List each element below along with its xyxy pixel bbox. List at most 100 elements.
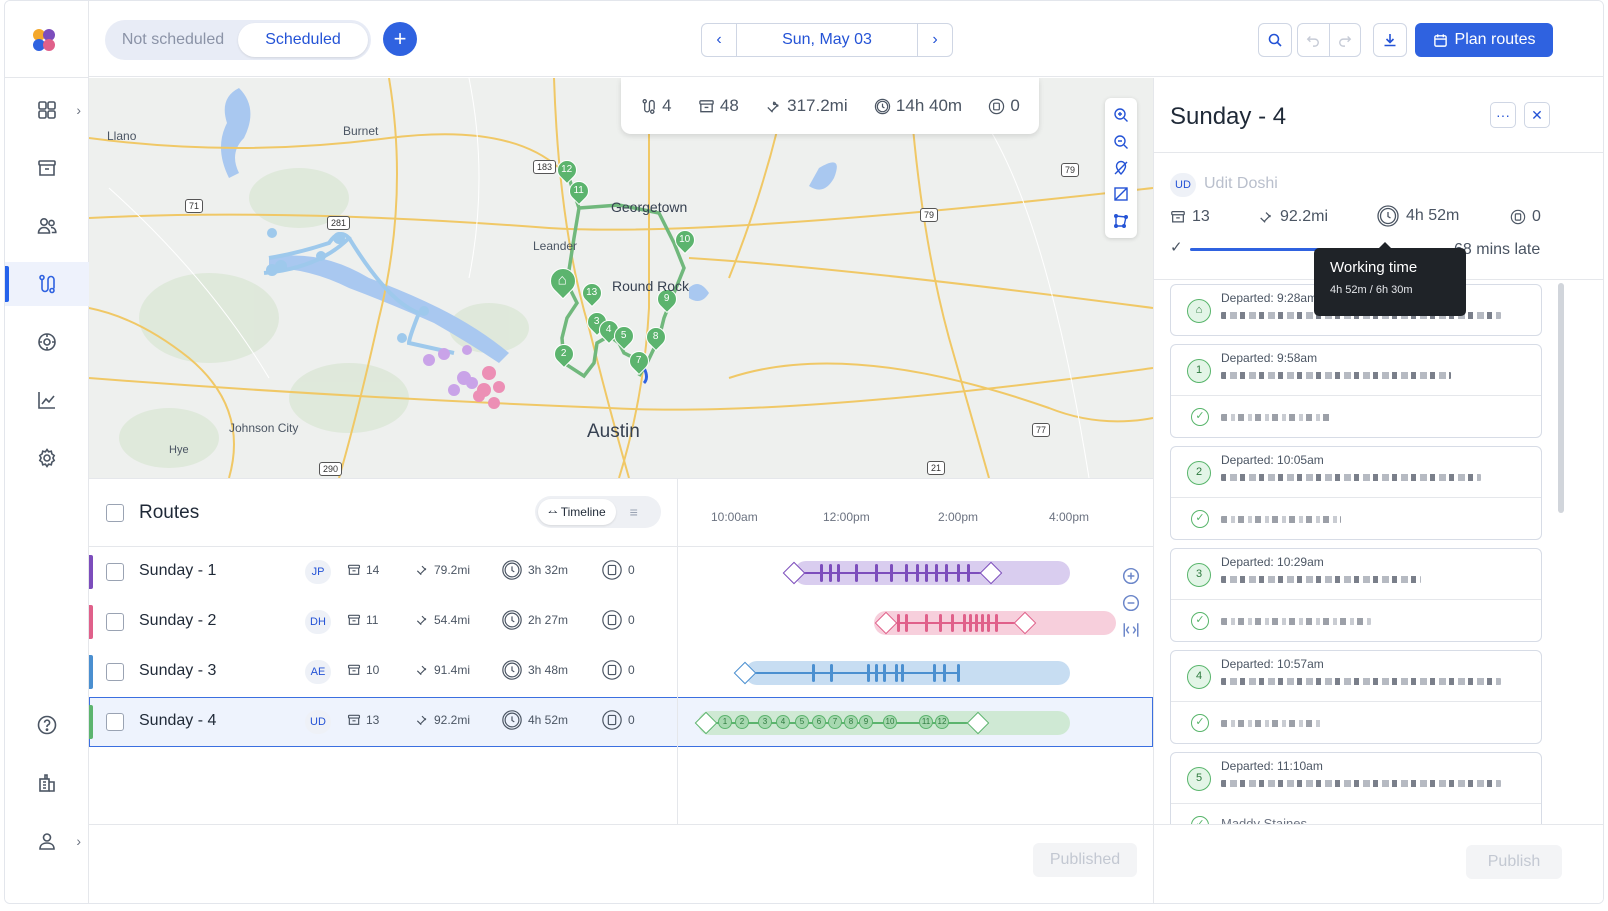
timeline-stop-marker[interactable] (836, 564, 840, 582)
stop-card[interactable]: 2 Departed: 10:05am ✓ (1170, 446, 1542, 540)
tab-scheduled[interactable]: Scheduled (238, 23, 368, 57)
route-checkbox[interactable] (106, 713, 124, 731)
timeline-stop-marker[interactable] (904, 564, 908, 582)
zoom-in-icon[interactable] (1113, 107, 1129, 123)
fit-timeline-icon[interactable] (1122, 621, 1140, 639)
timeline-stop-marker[interactable] (944, 564, 948, 582)
timeline-stop-marker[interactable] (819, 564, 823, 582)
timeline-stop-marker[interactable]: 9 (859, 715, 873, 729)
timeline-stop-marker[interactable] (966, 564, 970, 582)
hide-pins-icon[interactable] (1113, 160, 1129, 176)
published-button[interactable]: Published (1033, 843, 1137, 877)
route-checkbox[interactable] (106, 563, 124, 581)
close-panel-button[interactable]: ✕ (1524, 102, 1550, 128)
undo-button[interactable] (1298, 24, 1329, 56)
timeline-stop-marker[interactable] (882, 664, 886, 682)
timeline-stop-marker[interactable] (894, 664, 898, 682)
zoom-out-icon[interactable] (1122, 594, 1140, 612)
timeline-stop-marker[interactable] (915, 564, 919, 582)
sidebar-item-orders[interactable] (5, 146, 89, 190)
route-row[interactable]: Sunday - 1 JP 14 79.2mi 3h 32m 0 (89, 547, 1153, 597)
route-name[interactable]: Sunday - 2 (139, 612, 216, 630)
timeline-stop-marker[interactable] (904, 614, 908, 632)
route-name[interactable]: Sunday - 1 (139, 562, 216, 580)
timeline-stop-marker[interactable] (811, 664, 815, 682)
sidebar-item-dashboard[interactable]: › (5, 88, 89, 132)
timeline-stop-marker[interactable] (974, 614, 978, 632)
timeline-stop-marker[interactable]: 1 (718, 715, 732, 729)
sidebar-item-routes[interactable] (5, 262, 89, 306)
timeline-stop-marker[interactable] (924, 614, 928, 632)
lasso-select-icon[interactable] (1113, 186, 1129, 202)
timeline-stop-marker[interactable] (866, 664, 870, 682)
route-map[interactable]: 12 11 10 13 9 3 4 5 8 2 7 ⌂ Llano Burnet Leander Ge… (89, 78, 1153, 478)
timeline-stop-marker[interactable] (986, 614, 990, 632)
timeline-stop-marker[interactable] (938, 614, 942, 632)
sidebar-item-analytics[interactable] (5, 378, 89, 422)
route-row[interactable]: Sunday - 4 UD 13 92.2mi 4h 52m 012345678… (89, 697, 1153, 747)
panel-duration[interactable]: 4h 52m (1376, 204, 1459, 228)
next-day-button[interactable]: › (918, 24, 952, 56)
list-view-button[interactable]: ≡ (630, 504, 638, 520)
timeline-stop-marker[interactable] (968, 614, 972, 632)
sidebar-item-settings[interactable] (5, 436, 89, 480)
route-name[interactable]: Sunday - 3 (139, 662, 216, 680)
timeline-stop-marker[interactable]: 8 (844, 715, 858, 729)
timeline-stop-marker[interactable] (932, 664, 936, 682)
timeline-stop-marker[interactable]: 4 (776, 715, 790, 729)
redo-button[interactable] (1328, 24, 1361, 56)
route-timeline[interactable] (678, 647, 1153, 697)
timeline-stop-marker[interactable]: 7 (828, 715, 842, 729)
route-row[interactable]: Sunday - 2 DH 11 54.4mi 2h 27m 0 (89, 597, 1153, 647)
timeline-stop-marker[interactable] (889, 564, 893, 582)
timeline-stop-marker[interactable] (896, 614, 900, 632)
route-name[interactable]: Sunday - 4 (139, 712, 216, 730)
timeline-stop-marker[interactable] (956, 564, 960, 582)
date-picker[interactable]: Sun, May 03 (736, 24, 918, 56)
timeline-stop-marker[interactable] (854, 564, 858, 582)
timeline-stop-marker[interactable] (934, 564, 938, 582)
route-timeline[interactable]: 1 2 3 4 5 6 7 8 9 10 11 12 (678, 697, 1153, 747)
timeline-stop-marker[interactable] (956, 664, 960, 682)
sidebar-item-account[interactable]: › (5, 819, 89, 863)
stop-card[interactable]: 1 Departed: 9:58am ✓ (1170, 344, 1542, 438)
timeline-stop-marker[interactable] (950, 614, 954, 632)
prev-day-button[interactable]: ‹ (702, 24, 736, 56)
timeline-stop-marker[interactable]: 6 (812, 715, 826, 729)
chevron-right-icon[interactable]: › (76, 833, 81, 849)
search-button[interactable] (1258, 23, 1292, 57)
timeline-stop-marker[interactable]: 12 (935, 715, 949, 729)
driver-name[interactable]: Udit Doshi (1204, 175, 1278, 193)
timeline-stop-marker[interactable]: 3 (758, 715, 772, 729)
zoom-out-icon[interactable] (1113, 134, 1129, 150)
timeline-stop-marker[interactable] (980, 614, 984, 632)
stop-list-scrollbar[interactable] (1558, 283, 1564, 513)
route-checkbox[interactable] (106, 663, 124, 681)
timeline-stop-marker[interactable]: 2 (735, 715, 749, 729)
timeline-stop-marker[interactable] (962, 614, 966, 632)
timeline-view-button[interactable]: ⥎ Timeline (538, 499, 616, 525)
timeline-stop-marker[interactable] (942, 664, 946, 682)
sidebar-item-company[interactable] (5, 761, 89, 805)
timeline-stop-marker[interactable] (874, 564, 878, 582)
sidebar-item-team[interactable] (5, 204, 89, 248)
publish-button[interactable]: Publish (1466, 845, 1562, 879)
polygon-select-icon[interactable] (1113, 213, 1129, 229)
timeline-stop-marker[interactable] (924, 564, 928, 582)
timeline-stop-marker[interactable] (829, 664, 833, 682)
tab-not-scheduled[interactable]: Not scheduled (108, 23, 238, 57)
route-timeline[interactable] (678, 597, 1153, 647)
timeline-stop-marker[interactable] (994, 614, 998, 632)
timeline-stop-marker[interactable] (874, 664, 878, 682)
select-all-checkbox[interactable] (106, 504, 124, 522)
route-timeline[interactable] (678, 547, 1153, 597)
timeline-stop-marker[interactable] (900, 664, 904, 682)
timeline-stop-marker[interactable]: 11 (919, 715, 933, 729)
sidebar-item-help[interactable] (5, 703, 89, 747)
plan-routes-button[interactable]: Plan routes (1415, 23, 1553, 57)
download-button[interactable] (1373, 23, 1407, 57)
add-button[interactable]: + (383, 22, 417, 56)
sidebar-item-tracking[interactable] (5, 320, 89, 364)
timeline-stop-marker[interactable] (828, 564, 832, 582)
chevron-right-icon[interactable]: › (76, 102, 81, 118)
